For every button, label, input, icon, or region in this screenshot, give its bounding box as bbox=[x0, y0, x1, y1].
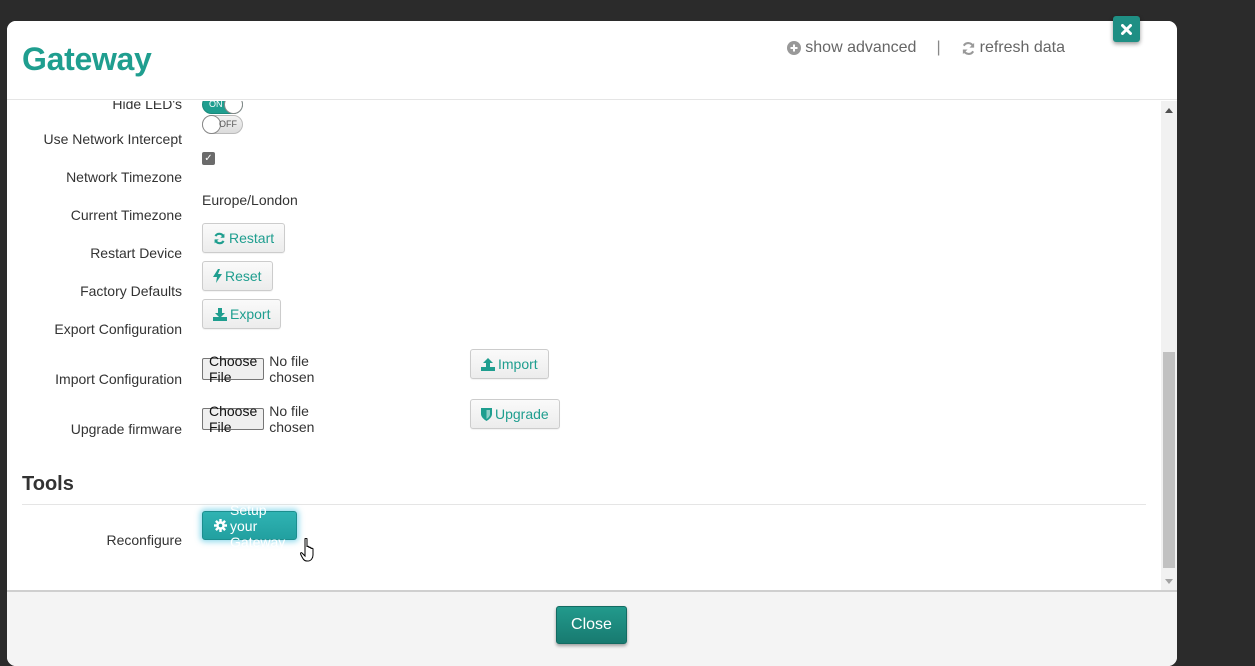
refresh-data-link[interactable]: refresh data bbox=[961, 39, 1065, 57]
upgrade-firmware-label: Upgrade firmware bbox=[70, 421, 182, 437]
network-intercept-label: Use Network Intercept bbox=[43, 131, 183, 147]
gear-icon bbox=[214, 519, 227, 532]
refresh-icon bbox=[213, 232, 226, 245]
reconfigure-label: Reconfigure bbox=[106, 532, 183, 548]
export-configuration-label: Export Configuration bbox=[54, 321, 182, 337]
import-button-label: Import bbox=[498, 356, 538, 372]
toggle-state-text: OFF bbox=[219, 119, 237, 129]
modal-body: Hide LED's ON Use Network Intercept OFF … bbox=[7, 101, 1177, 591]
import-file-input[interactable]: Choose File No file chosen bbox=[202, 353, 314, 385]
gateway-modal: Gateway show advanced | refresh data Hid… bbox=[7, 21, 1177, 666]
show-advanced-link[interactable]: show advanced bbox=[787, 39, 916, 57]
import-file-status: No file chosen bbox=[269, 353, 315, 385]
upgrade-choose-file-button[interactable]: Choose File bbox=[202, 403, 265, 435]
upgrade-button[interactable]: Upgrade bbox=[470, 399, 560, 429]
close-button[interactable]: Close bbox=[556, 606, 627, 644]
restart-button[interactable]: Restart bbox=[202, 223, 286, 253]
restart-button-label: Restart bbox=[229, 230, 275, 246]
refresh-icon bbox=[961, 41, 976, 56]
modal-title: Gateway bbox=[22, 41, 152, 77]
import-configuration-label: Import Configuration bbox=[55, 371, 182, 387]
setup-gateway-label: Setup your Gateway bbox=[230, 501, 286, 550]
header-links: show advanced | refresh data bbox=[787, 39, 1065, 57]
modal-header: Gateway show advanced | refresh data bbox=[7, 21, 1177, 100]
header-separator: | bbox=[936, 39, 941, 56]
current-timezone-label: Current Timezone bbox=[70, 207, 182, 223]
toggle-state-text: ON bbox=[209, 101, 223, 109]
refresh-data-label: refresh data bbox=[979, 39, 1065, 56]
hide-leds-toggle[interactable]: ON bbox=[202, 101, 243, 114]
scrollbar-thumb[interactable] bbox=[1163, 352, 1175, 568]
reset-button[interactable]: Reset bbox=[202, 261, 273, 291]
plus-circle-icon bbox=[787, 41, 802, 55]
tools-section-title: Tools bbox=[22, 473, 74, 495]
toggle-knob bbox=[224, 101, 243, 114]
current-timezone-value: Europe/London bbox=[202, 192, 298, 208]
bolt-icon bbox=[213, 269, 222, 283]
shield-icon bbox=[481, 407, 492, 421]
show-advanced-label: show advanced bbox=[805, 39, 917, 56]
factory-defaults-label: Factory Defaults bbox=[80, 283, 182, 299]
import-button[interactable]: Import bbox=[470, 349, 549, 379]
network-timezone-checkbox[interactable]: ✓ bbox=[202, 152, 215, 165]
export-button[interactable]: Export bbox=[202, 299, 282, 329]
download-icon bbox=[213, 307, 227, 321]
upgrade-file-input[interactable]: Choose File No file chosen bbox=[202, 403, 314, 435]
import-choose-file-button[interactable]: Choose File bbox=[202, 353, 265, 385]
upgrade-button-label: Upgrade bbox=[495, 406, 549, 422]
modal-close-x-button[interactable] bbox=[1113, 16, 1140, 42]
hand-pointer-cursor-icon bbox=[300, 537, 316, 567]
close-icon bbox=[1121, 23, 1132, 35]
restart-device-label: Restart Device bbox=[90, 245, 182, 261]
section-divider bbox=[22, 504, 1146, 505]
setup-gateway-button[interactable]: Setup your Gateway bbox=[202, 502, 298, 550]
scroll-down-arrow-icon[interactable] bbox=[1161, 574, 1177, 588]
network-intercept-toggle[interactable]: OFF bbox=[202, 115, 243, 134]
vertical-scrollbar[interactable] bbox=[1161, 101, 1177, 591]
network-timezone-label: Network Timezone bbox=[66, 169, 182, 185]
export-button-label: Export bbox=[230, 306, 271, 322]
upload-icon bbox=[481, 357, 495, 371]
hide-leds-label: Hide LED's bbox=[112, 101, 182, 112]
reset-button-label: Reset bbox=[225, 268, 262, 284]
upgrade-file-status: No file chosen bbox=[269, 403, 315, 435]
scroll-up-arrow-icon[interactable] bbox=[1161, 103, 1177, 117]
modal-footer: Close bbox=[7, 590, 1177, 666]
